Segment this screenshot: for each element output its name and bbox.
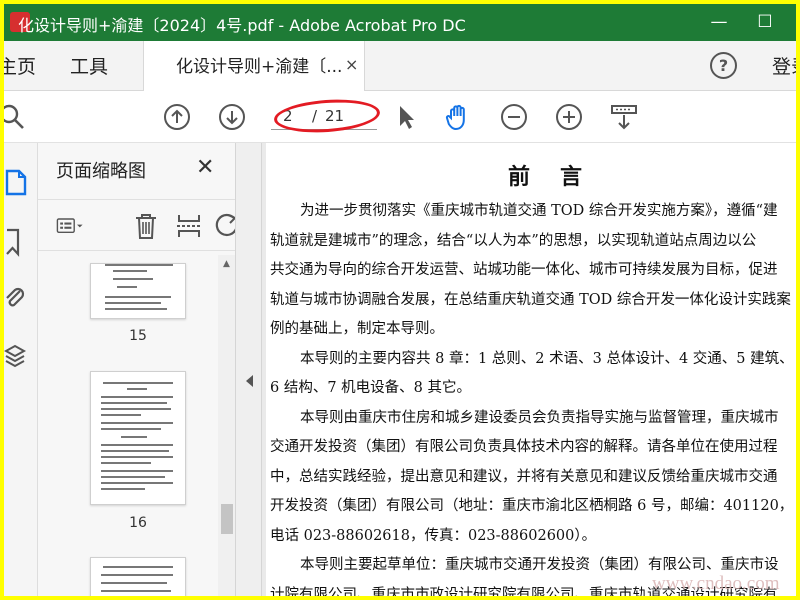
thumbnail-options-icon[interactable] xyxy=(56,212,84,240)
collapse-panel-icon[interactable] xyxy=(246,375,253,387)
document-text-line: 例的基础上，制定本导则。 xyxy=(270,321,444,337)
title-bar: 化设计导则+渝建〔2024〕4号.pdf - Adobe Acrobat Pro… xyxy=(4,4,796,41)
thumbnail-page-number: 15 xyxy=(129,328,147,344)
document-tab-label: 化设计导则+渝建〔... xyxy=(176,57,343,77)
attachments-icon[interactable] xyxy=(4,283,28,313)
search-icon[interactable] xyxy=(4,103,26,131)
document-text-line: 交通开发投资（集团）有限公司负责具体技术内容的解释。请各单位在使用过程 xyxy=(270,439,778,455)
tab-home[interactable]: 主页 xyxy=(4,41,36,91)
watermark-text: www.cndao.com xyxy=(652,573,780,594)
document-text-line: 本导则由重庆市住房和城乡建设委员会负责指导实施与监督管理，重庆城市 xyxy=(300,409,779,426)
navigation-rail xyxy=(4,143,38,596)
zoom-out-icon[interactable] xyxy=(500,103,528,131)
acrobat-window: 化设计导则+渝建〔2024〕4号.pdf - Adobe Acrobat Pro… xyxy=(4,4,796,596)
rotate-page-icon[interactable] xyxy=(214,212,236,240)
next-page-icon[interactable] xyxy=(218,103,246,131)
thumbnail-scrollbar[interactable]: ▲ xyxy=(218,255,235,596)
scroll-mode-icon[interactable] xyxy=(610,103,638,131)
watermark: www.cndao.com xyxy=(652,573,780,595)
delete-page-icon[interactable] xyxy=(132,212,160,240)
document-text-line: 开发投资（集团）有限公司（地址：重庆市渝北区栖桐路 6 号，邮编：401120， xyxy=(270,498,794,514)
extract-page-icon[interactable] xyxy=(175,212,203,240)
panel-title: 页面缩略图 xyxy=(56,161,146,182)
hand-tool-icon[interactable] xyxy=(444,103,472,131)
document-text-line: 轨道与城市协调融合发展，在总结重庆轨道交通 TOD 综合开发一体化设计实践案 xyxy=(270,291,791,308)
toolbar: 2 / 21 xyxy=(4,91,796,143)
page-thumbnail[interactable] xyxy=(90,557,186,596)
help-icon[interactable]: ? xyxy=(710,52,737,79)
bookmarks-icon[interactable] xyxy=(4,227,28,257)
window-title: 化设计导则+渝建〔2024〕4号.pdf - Adobe Acrobat Pro… xyxy=(18,16,466,35)
document-text-line: 本导则主要起草单位：重庆城市交通开发投资（集团）有限公司、重庆市设 xyxy=(300,557,779,573)
select-cursor-icon[interactable] xyxy=(392,103,420,131)
tab-document[interactable]: 化设计导则+渝建〔... × xyxy=(143,41,365,91)
page-thumbnail[interactable] xyxy=(90,371,186,505)
document-text-line: 为进一步贯彻落实《重庆城市轨道交通 TOD 综合开发实施方案》，遵循“建 xyxy=(300,203,778,219)
previous-page-icon[interactable] xyxy=(163,103,191,131)
zoom-in-icon[interactable] xyxy=(555,103,583,131)
document-viewer: 前言 为进一步贯彻落实《重庆城市轨道交通 TOD 综合开发实施方案》，遵循“建轨… xyxy=(236,143,796,596)
page-thumbnail[interactable] xyxy=(90,263,186,319)
document-text-line: 本导则的主要内容共 8 章：1 总则、2 术语、3 总体设计、4 交通、5 建筑… xyxy=(300,350,794,367)
signin-button[interactable]: 登录 xyxy=(772,41,796,93)
minimize-button[interactable]: — xyxy=(696,4,742,41)
document-text-line: 共交通为导向的综合开发运营、站城功能一体化、城市可持续发展为目标，促进 xyxy=(270,262,778,278)
page-thumbnails-icon[interactable] xyxy=(4,167,28,197)
document-text-line: 电话 023-88602618，传真：023-88602600）。 xyxy=(270,527,597,544)
panel-close-icon[interactable]: ✕ xyxy=(196,155,214,180)
panel-toolbar xyxy=(38,199,236,251)
document-text-line: 中，总结实践经验，提出意见和建议，并将有关意见和建议反馈给重庆城市交通 xyxy=(270,468,778,485)
pdf-page: 前言 为进一步贯彻落实《重庆城市轨道交通 TOD 综合开发实施方案》，遵循“建轨… xyxy=(266,143,796,596)
page-heading: 前言 xyxy=(508,164,613,190)
panel-splitter[interactable] xyxy=(236,143,262,596)
document-text-line: 轨道就是建城市”的理念，结合“以人为本”的思想，以实现轨道站点周边以公 xyxy=(270,232,757,249)
scrollbar-thumb[interactable] xyxy=(221,504,233,534)
thumbnail-page-number: 16 xyxy=(129,515,147,531)
document-text-line: 6 结构、7 机电设备、8 其它。 xyxy=(270,380,472,396)
document-tab-close-icon[interactable]: × xyxy=(345,55,358,74)
maximize-button[interactable]: ☐ xyxy=(742,4,788,41)
tab-tools[interactable]: 工具 xyxy=(70,41,108,91)
scroll-up-icon[interactable]: ▲ xyxy=(223,259,230,269)
layers-icon[interactable] xyxy=(4,341,28,371)
page-thumbnails-panel: 页面缩略图 ✕ 15 16 ▲ xyxy=(38,143,236,596)
tab-bar: 主页 工具 化设计导则+渝建〔... × ? 登录 xyxy=(4,41,796,91)
